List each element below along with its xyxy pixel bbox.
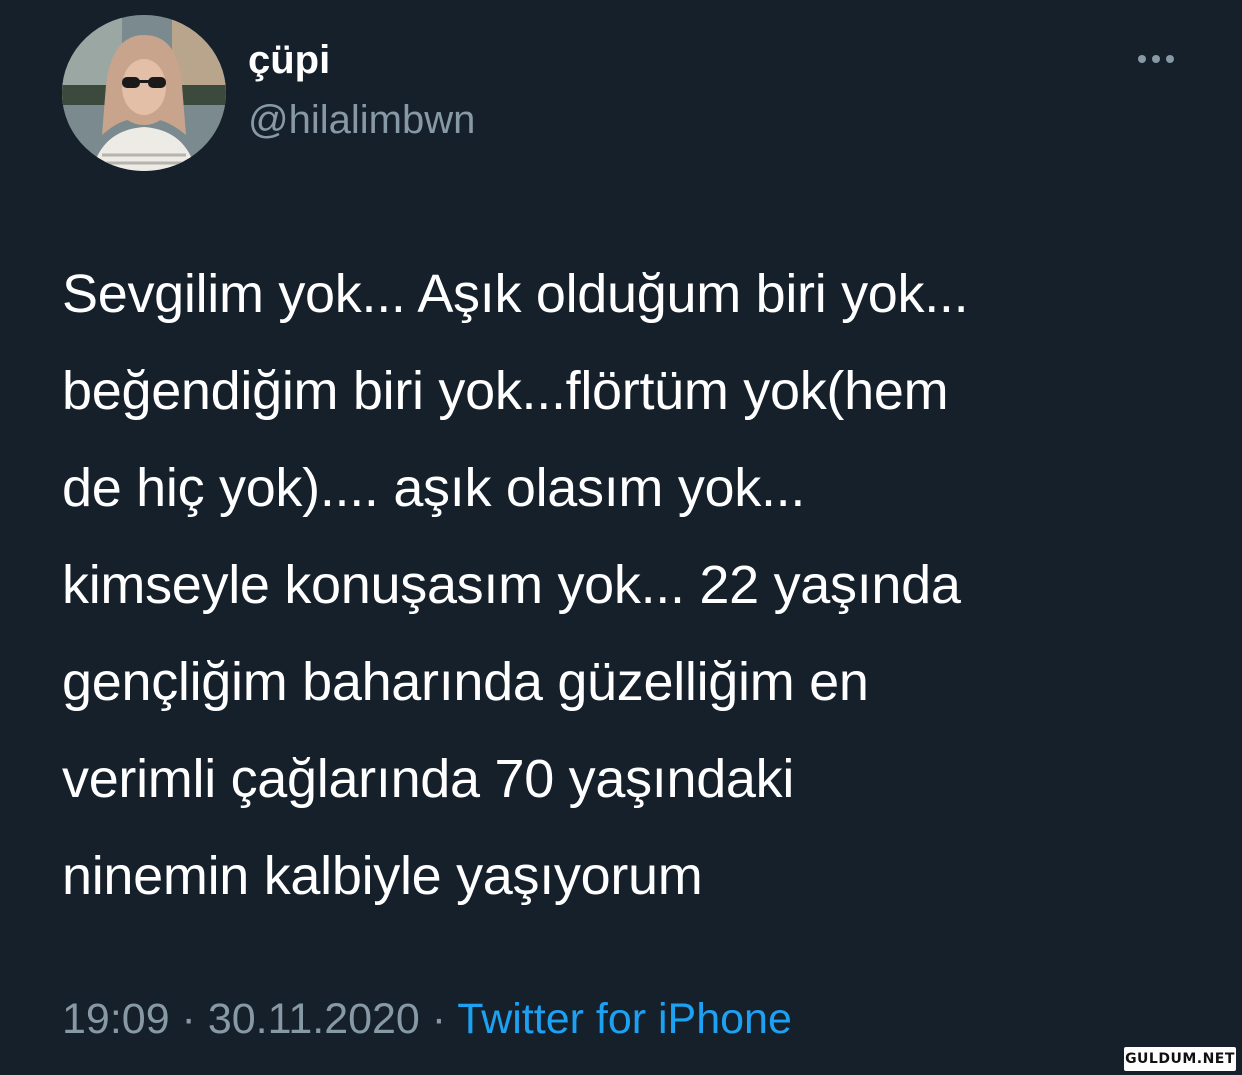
more-horizontal-icon xyxy=(1138,55,1146,63)
display-name[interactable]: çüpi xyxy=(248,34,330,86)
more-horizontal-icon-dot xyxy=(1166,55,1174,63)
meta-separator: · xyxy=(169,995,208,1043)
tweet-source-link[interactable]: Twitter for iPhone xyxy=(457,995,792,1043)
profile-photo xyxy=(62,15,226,171)
user-handle[interactable]: @hilalimbwn xyxy=(248,94,475,146)
more-options-button[interactable] xyxy=(1128,44,1184,74)
tweet-text: Sevgilim yok... Aşık olduğum biri yok...… xyxy=(62,264,969,906)
more-horizontal-icon-dot xyxy=(1152,55,1160,63)
meta-separator: · xyxy=(419,995,458,1043)
tweet-date[interactable]: 30.11.2020 xyxy=(208,995,420,1043)
tweet-meta: 19:09 · 30.11.2020 · Twitter for iPhone xyxy=(62,990,792,1048)
tweet-time[interactable]: 19:09 xyxy=(62,995,170,1043)
avatar[interactable] xyxy=(62,15,226,171)
watermark-logo: GULDUM.NET xyxy=(1124,1047,1236,1071)
